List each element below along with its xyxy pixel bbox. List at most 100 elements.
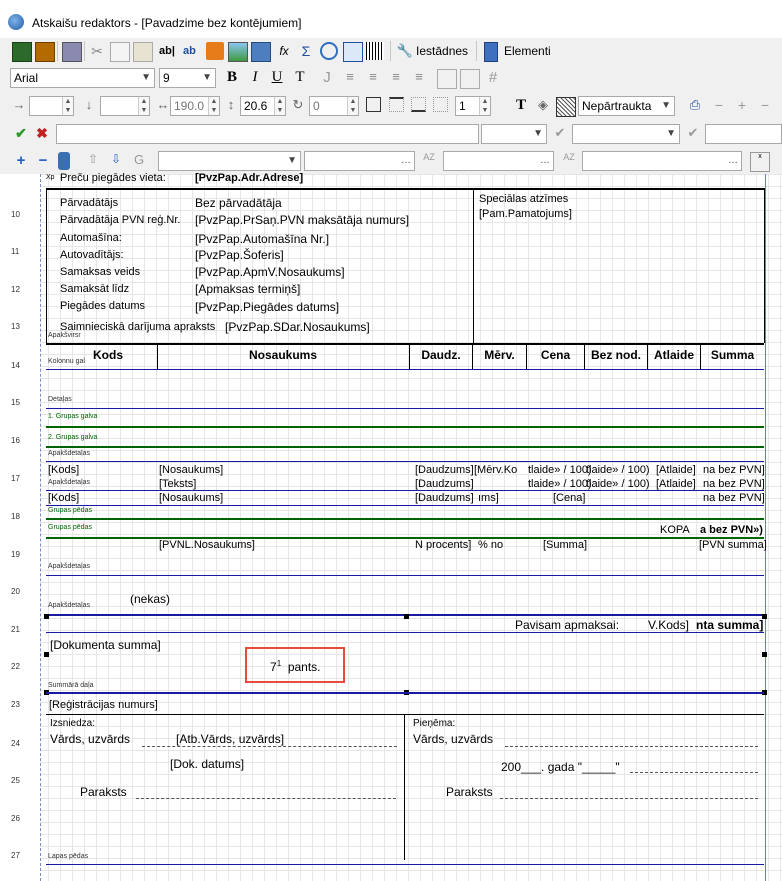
text-field-icon[interactable]: ab|: [158, 42, 176, 60]
total-value[interactable]: a bez PVN»): [700, 524, 763, 536]
detail-field[interactable]: [Daudzums]: [415, 492, 474, 504]
minus-icon-2[interactable]: −: [756, 97, 774, 115]
data-field-1[interactable]: …: [304, 151, 415, 171]
signature-label-right[interactable]: Paraksts: [446, 785, 493, 799]
total-label[interactable]: KOPA: [660, 524, 690, 536]
selection-handle[interactable]: [762, 652, 767, 657]
column-header[interactable]: Daudz.: [410, 348, 472, 362]
receiver-name-label[interactable]: Vārds, uzvārds: [413, 732, 493, 746]
received-by-label[interactable]: Pieņēma:: [413, 718, 455, 729]
group-icon[interactable]: G: [130, 152, 148, 170]
detail-field[interactable]: [Daudzums]: [415, 464, 474, 476]
special-notes-value[interactable]: [Pam.Pamatojums]: [479, 208, 572, 220]
align-center-icon[interactable]: ≡: [364, 69, 382, 87]
field-value[interactable]: [PvzPap.ApmV.Nosaukums]: [195, 265, 345, 279]
vat-field[interactable]: [Summa]: [543, 539, 587, 551]
detail-field[interactable]: na bez PVN]: [703, 478, 765, 490]
detail-field[interactable]: tlaide» / 100): [528, 464, 592, 476]
printer-icon[interactable]: ⎙: [686, 97, 704, 115]
border-top-icon[interactable]: [389, 97, 404, 112]
left-field[interactable]: ▲ ▼: [29, 96, 74, 116]
field-label[interactable]: Pārvadātājs: [60, 197, 118, 209]
font-size-select[interactable]: 9 ▼: [159, 68, 216, 88]
rotation-field[interactable]: 0 ▲ ▼: [309, 96, 359, 116]
add-icon[interactable]: +: [12, 152, 30, 170]
column-header[interactable]: Atlaide: [648, 348, 700, 362]
field-value[interactable]: [Apmaksas termiņš]: [195, 282, 300, 296]
fit-icon[interactable]: [460, 69, 480, 89]
detail-field[interactable]: na bez PVN]: [703, 492, 765, 504]
detail-field[interactable]: [Daudzums]: [415, 478, 474, 490]
issuer-name-value[interactable]: [Atb.Vārds, uzvārds]: [176, 732, 284, 746]
check-icon[interactable]: ✔: [12, 125, 30, 143]
check-icon-2[interactable]: ✔: [551, 125, 569, 143]
remove-icon[interactable]: −: [34, 152, 52, 170]
top-field[interactable]: ▲ ▼: [100, 96, 150, 116]
fill-color-icon[interactable]: ◈: [534, 97, 552, 115]
print-preview-icon[interactable]: [62, 42, 82, 62]
data-field-2[interactable]: …: [443, 151, 554, 171]
save-as-icon[interactable]: [35, 42, 55, 62]
db-field-icon[interactable]: ab: [183, 42, 201, 60]
paste-icon[interactable]: [133, 42, 153, 62]
subreport-icon[interactable]: [251, 42, 271, 62]
shape-icon[interactable]: [206, 42, 224, 60]
justify-icon[interactable]: J: [318, 69, 336, 87]
table-icon[interactable]: [343, 42, 363, 62]
detail-field[interactable]: [Cena]: [553, 492, 585, 504]
column-header[interactable]: Summa: [701, 348, 764, 362]
total-pay-amount[interactable]: nta summa]: [696, 618, 763, 632]
field-value[interactable]: Bez pārvadātāja: [195, 196, 282, 210]
formula-select-3[interactable]: [705, 124, 782, 144]
selection-handle[interactable]: [44, 652, 49, 657]
date-template[interactable]: 200___. gada "_____": [501, 760, 620, 774]
column-header[interactable]: Kods: [90, 348, 126, 362]
detail-field[interactable]: tlaide» / 100): [586, 478, 650, 490]
signature-label-left[interactable]: Paraksts: [80, 785, 127, 799]
wrench-icon[interactable]: 🔧: [396, 42, 414, 60]
font-name-select[interactable]: Arial ▼: [10, 68, 155, 88]
text-style-icon[interactable]: T: [291, 69, 309, 87]
tab-field[interactable]: 1 ▲ ▼: [455, 96, 491, 116]
formula-select-1[interactable]: ▼: [481, 124, 547, 144]
height-field[interactable]: 20.6 ▲ ▼: [240, 96, 286, 116]
align-right-icon[interactable]: ≡: [387, 69, 405, 87]
formula-select-2[interactable]: ▼: [572, 124, 680, 144]
detail-field[interactable]: tlaide» / 100): [528, 478, 592, 490]
grid-icon[interactable]: #: [484, 69, 502, 87]
save-icon[interactable]: [12, 42, 32, 62]
border-none-icon[interactable]: [433, 97, 448, 112]
delivery-address[interactable]: [PvzPap.Adr.Adrese]: [195, 172, 303, 184]
text-color-icon[interactable]: T: [512, 97, 530, 115]
vat-field[interactable]: [PVNL.Nosaukums]: [159, 539, 255, 551]
delivery-label[interactable]: Preču piegādes vieta:: [60, 172, 166, 184]
formula-input[interactable]: [56, 124, 479, 144]
field-value[interactable]: [PvzPap.PrSaņ.PVN maksātāja numurs]: [195, 213, 409, 227]
data-select-1[interactable]: ▼: [158, 151, 301, 171]
field-label[interactable]: Automašīna:: [60, 232, 122, 244]
detail-field[interactable]: [Atlaide]: [656, 464, 696, 476]
border-style-select[interactable]: Nepārtraukta ▼: [578, 96, 675, 116]
field-value[interactable]: [PvzPap.SDar.Nosaukums]: [225, 320, 370, 334]
column-header[interactable]: Mērv.: [473, 348, 526, 362]
detail-field[interactable]: [Nosaukums]: [159, 492, 223, 504]
issued-by-label[interactable]: Izsniedza:: [50, 718, 95, 729]
total-pay-label[interactable]: Pavisam apmaksai:: [515, 618, 619, 632]
barcode-icon[interactable]: [366, 42, 384, 60]
function-icon[interactable]: fx: [275, 42, 293, 60]
data-field-3[interactable]: …: [582, 151, 742, 171]
underline-icon[interactable]: U: [268, 69, 286, 87]
elements-button[interactable]: Elementi: [504, 44, 551, 58]
total-pay-code[interactable]: V.Kods]: [648, 618, 689, 632]
chart-icon[interactable]: [320, 42, 338, 60]
wrap-icon[interactable]: [437, 69, 457, 89]
copy-icon[interactable]: [110, 42, 130, 62]
sort-icon[interactable]: AZ: [420, 152, 438, 170]
move-up-icon[interactable]: ⇧: [84, 152, 102, 170]
vat-field[interactable]: N procents]: [415, 539, 471, 551]
cut-icon[interactable]: ✂: [88, 42, 106, 60]
check-icon-3[interactable]: ✔: [684, 125, 702, 143]
column-header[interactable]: Cena: [527, 348, 584, 362]
detail-field[interactable]: [Nosaukums]: [159, 464, 223, 476]
field-label[interactable]: Saimnieciskā darījuma apraksts: [60, 321, 215, 333]
